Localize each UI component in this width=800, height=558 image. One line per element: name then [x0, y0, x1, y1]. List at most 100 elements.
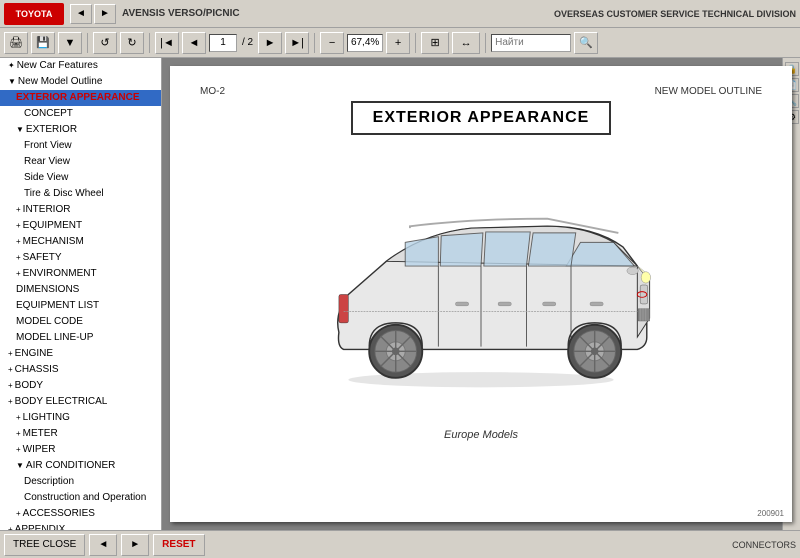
sidebar-item-label: MODEL LINE-UP [16, 332, 93, 343]
toolbar-sep-4 [415, 33, 416, 53]
sidebar-item-accessories[interactable]: +ACCESSORIES [0, 506, 161, 522]
car-image [301, 155, 661, 415]
expand-icon: + [16, 205, 21, 214]
last-page-button[interactable]: ►| [285, 32, 309, 54]
sidebar-item-mechanism[interactable]: +MECHANISM [0, 234, 161, 250]
expand-icon: ▼ [16, 461, 24, 470]
sidebar-item-exterior-appearance[interactable]: EXTERIOR APPEARANCE [0, 90, 161, 106]
nav-buttons: ◄ ► [70, 4, 116, 24]
sidebar-item-safety[interactable]: +SAFETY [0, 250, 161, 266]
expand-icon: ✦ [8, 61, 15, 70]
nav-forward-button[interactable]: ► [94, 4, 116, 24]
sidebar-item-concept[interactable]: CONCEPT [0, 106, 161, 122]
footer-next-button[interactable]: ► [121, 534, 149, 556]
search-input[interactable] [491, 34, 571, 52]
sidebar-item-label: LIGHTING [23, 412, 70, 423]
sidebar-item-wiper[interactable]: +WIPER [0, 442, 161, 458]
expand-icon: + [16, 445, 21, 454]
sidebar-item-environment[interactable]: +ENVIRONMENT [0, 266, 161, 282]
zoom-input[interactable] [347, 34, 383, 52]
toolbar-sep-1 [87, 33, 88, 53]
sidebar-item-front-view[interactable]: Front View [0, 138, 161, 154]
page-title: EXTERIOR APPEARANCE [373, 109, 590, 127]
rotate-right-button[interactable]: ↻ [120, 32, 144, 54]
sidebar-item-rear-view[interactable]: Rear View [0, 154, 161, 170]
fit-page-button[interactable]: ⊞ [421, 32, 449, 54]
sidebar-item-appendix[interactable]: +APPENDIX [0, 522, 161, 530]
toolbar-sep-3 [314, 33, 315, 53]
page-header-row: MO-2 NEW MODEL OUTLINE [200, 86, 762, 97]
sidebar-item-label: EQUIPMENT LIST [16, 300, 99, 311]
sidebar-item-label: Side View [24, 172, 68, 183]
content-area: 🔒 📄 🔧 ⚙ MO-2 NEW MODEL OUTLINE EXTERIOR … [162, 58, 800, 530]
expand-icon: ▼ [16, 125, 24, 134]
sidebar-item-lighting[interactable]: +LIGHTING [0, 410, 161, 426]
sidebar-item-body-electrical[interactable]: +BODY ELECTRICAL [0, 394, 161, 410]
sidebar-item-label: APPENDIX [15, 524, 66, 530]
sidebar-item-label: ACCESSORIES [23, 508, 95, 519]
page-separator: / 2 [242, 37, 253, 48]
sidebar-item-label: INTERIOR [23, 204, 71, 215]
rotate-left-button[interactable]: ↺ [93, 32, 117, 54]
expand-icon: + [16, 253, 21, 262]
sidebar-item-label: New Car Features [17, 60, 98, 71]
sidebar-item-tire-disc[interactable]: Tire & Disc Wheel [0, 186, 161, 202]
sidebar: ✦New Car Features▼New Model OutlineEXTER… [0, 58, 162, 530]
page-code: 200901 [757, 509, 784, 518]
prev-page-button[interactable]: ◄ [182, 32, 206, 54]
sidebar-item-equipment-list[interactable]: EQUIPMENT LIST [0, 298, 161, 314]
sidebar-item-label: AIR CONDITIONER [26, 460, 115, 471]
fit-width-button[interactable]: ↔ [452, 32, 480, 54]
nav-back-button[interactable]: ◄ [70, 4, 92, 24]
sidebar-item-interior[interactable]: +INTERIOR [0, 202, 161, 218]
sidebar-item-exterior[interactable]: ▼EXTERIOR [0, 122, 161, 138]
expand-icon: + [8, 381, 13, 390]
division-label: OVERSEAS CUSTOMER SERVICE TECHNICAL DIVI… [554, 9, 796, 19]
sidebar-item-label: MODEL CODE [16, 316, 83, 327]
first-page-button[interactable]: |◄ [155, 32, 179, 54]
sidebar-item-model-lineup[interactable]: MODEL LINE-UP [0, 330, 161, 346]
reset-button[interactable]: RESET [153, 534, 204, 556]
main-area: ✦New Car Features▼New Model OutlineEXTER… [0, 58, 800, 530]
sidebar-item-model-code[interactable]: MODEL CODE [0, 314, 161, 330]
expand-icon: + [8, 365, 13, 374]
sidebar-item-label: Front View [24, 140, 72, 151]
sidebar-item-chassis[interactable]: +CHASSIS [0, 362, 161, 378]
sidebar-item-side-view[interactable]: Side View [0, 170, 161, 186]
sidebar-item-body[interactable]: +BODY [0, 378, 161, 394]
page-number-input[interactable] [209, 34, 237, 52]
sidebar-item-label: SAFETY [23, 252, 62, 263]
sidebar-item-equipment[interactable]: +EQUIPMENT [0, 218, 161, 234]
footer-prev-button[interactable]: ◄ [89, 534, 117, 556]
page-view: MO-2 NEW MODEL OUTLINE EXTERIOR APPEARAN… [170, 66, 792, 522]
sidebar-item-label: Construction and Operation [24, 492, 146, 503]
expand-icon: + [16, 413, 21, 422]
toolbar-extra-button[interactable]: ▼ [58, 32, 82, 54]
sidebar-item-label: CONCEPT [24, 108, 73, 119]
sidebar-item-air-conditioner[interactable]: ▼AIR CONDITIONER [0, 458, 161, 474]
sidebar-item-construction[interactable]: Construction and Operation [0, 490, 161, 506]
sidebar-item-label: WIPER [23, 444, 56, 455]
sidebar-item-meter[interactable]: +METER [0, 426, 161, 442]
zoom-in-button[interactable]: + [386, 32, 410, 54]
sidebar-item-label: ENGINE [15, 348, 53, 359]
save-button[interactable]: 💾 [31, 32, 55, 54]
zoom-out-button[interactable]: − [320, 32, 344, 54]
sidebar-item-label: Description [24, 476, 74, 487]
sidebar-item-new-model-outline[interactable]: ▼New Model Outline [0, 74, 161, 90]
search-button[interactable]: 🔍 [574, 32, 598, 54]
tree-close-button[interactable]: TREE CLOSE [4, 534, 85, 556]
sidebar-item-label: BODY [15, 380, 43, 391]
sidebar-item-label: METER [23, 428, 58, 439]
sidebar-tree: ✦New Car Features▼New Model OutlineEXTER… [0, 58, 161, 530]
sidebar-item-dimensions[interactable]: DIMENSIONS [0, 282, 161, 298]
sidebar-item-new-car-features-top[interactable]: ✦New Car Features [0, 58, 161, 74]
logo-area: TOYOTA ◄ ► AVENSIS VERSO/PICNIC [4, 3, 240, 25]
sidebar-item-description[interactable]: Description [0, 474, 161, 490]
sidebar-item-engine[interactable]: +ENGINE [0, 346, 161, 362]
expand-icon: + [8, 525, 13, 530]
print-button[interactable]: 🖨 [4, 32, 28, 54]
sidebar-item-label: BODY ELECTRICAL [15, 396, 108, 407]
toolbar: 🖨 💾 ▼ ↺ ↻ |◄ ◄ / 2 ► ►| − + ⊞ ↔ 🔍 [0, 28, 800, 58]
next-page-button[interactable]: ► [258, 32, 282, 54]
